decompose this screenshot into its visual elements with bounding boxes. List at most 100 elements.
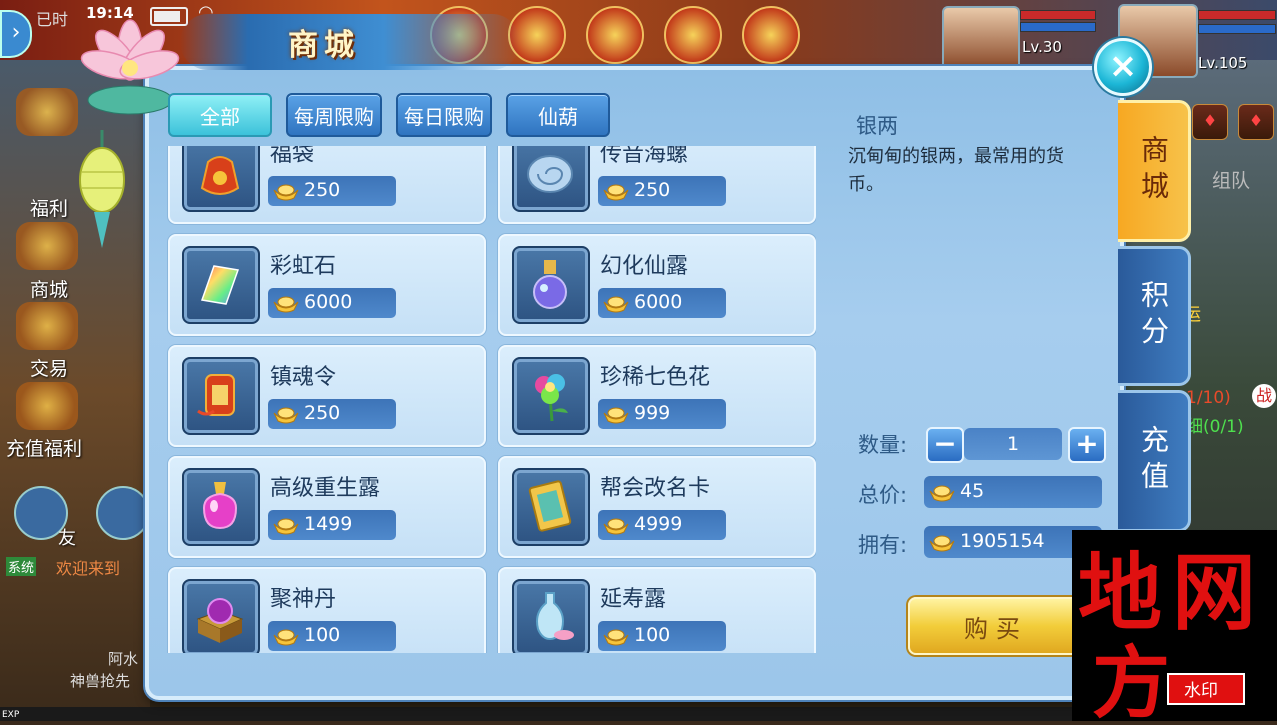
vase-icon [512,579,590,653]
welfare-icon[interactable] [16,88,78,136]
item-card[interactable]: 镇魂令 250 [168,345,486,447]
left-menu-trade[interactable]: 交易 [30,354,68,381]
player-hp-bar [1198,10,1276,20]
item-card[interactable]: 聚神丹 100 [168,567,486,653]
gold-ingot-icon [603,296,629,313]
bottom-scene-text-2: 神兽抢先 [70,672,131,690]
price-value: 250 [304,402,341,424]
activity-icon-3[interactable] [586,6,644,64]
shop-title: 商城 [288,28,360,63]
total-price-label: 总价: [858,483,908,507]
close-icon: × [1108,46,1138,86]
svg-text:网: 网 [1172,543,1256,642]
activity-icon-5[interactable] [742,6,800,64]
rainbow-stone-icon [182,246,260,324]
rebirth-potion-icon [182,468,260,546]
gold-ingot-icon [603,407,629,424]
system-channel-badge: 系统 [6,557,37,576]
close-button[interactable]: × [1094,38,1152,96]
hp-potion-icon[interactable]: ♦ [1192,104,1228,140]
friends-label: 友 [58,528,76,549]
side-tab-mall[interactable]: 商城 [1118,100,1191,242]
gold-ingot-icon [273,518,299,535]
item-grid: 福袋 250 传音海螺 250 彩虹石 6000 幻化仙露 6000 镇魂令 2… [166,146,816,653]
price-value: 6000 [304,291,353,313]
item-card[interactable]: 彩虹石 6000 [168,234,486,336]
mall-icon[interactable] [16,222,78,270]
status-label: 已时 [36,10,69,29]
side-tab-points[interactable]: 积分 [1118,246,1191,386]
tab-xianhu[interactable]: 仙葫 [506,93,610,137]
item-name: 彩虹石 [270,254,337,279]
item-name: 珍稀七色花 [600,365,711,390]
watermark-logo: 地 网 方 水印 [1078,543,1256,725]
watermark: 地 网 方 水印 [1072,530,1277,725]
tab-daily-limit[interactable]: 每日限购 [396,93,492,137]
item-name: 帮会改名卡 [600,476,711,501]
gold-ingot-icon [273,629,299,646]
tab-all[interactable]: 全部 [168,93,272,137]
item-card[interactable]: 珍稀七色花 999 [498,345,816,447]
gold-ingot-icon [929,535,955,552]
player-mp-bar [1198,24,1276,34]
quantity-input[interactable]: 1 [964,428,1062,460]
left-menu-mall[interactable]: 商城 [30,275,68,302]
price-value: 250 [304,179,341,201]
item-name: 福袋 [270,146,315,167]
item-price: 100 [598,621,726,651]
team-label[interactable]: 组队 [1212,166,1250,193]
recharge-welfare-icon[interactable] [16,382,78,430]
total-price-box: 45 [924,476,1102,508]
item-name: 延寿露 [600,587,667,612]
quantity-minus-button[interactable]: − [926,427,964,463]
quantity-plus-button[interactable]: + [1068,427,1106,463]
owned-value: 1905154 [960,530,1045,552]
voice-icon[interactable] [96,486,150,540]
gold-ingot-icon [603,518,629,535]
battle-badge[interactable]: 战 [1252,384,1276,408]
exp-label: EXP [2,710,20,720]
price-value: 1499 [304,513,353,535]
left-menu-recharge-welfare[interactable]: 充值福利 [6,434,82,461]
bottom-scene-text-1: 阿水 [108,650,139,668]
item-card[interactable]: 幻化仙露 6000 [498,234,816,336]
item-card[interactable]: 福袋 250 [168,146,486,224]
conch-icon [512,146,590,212]
soul-token-icon [182,357,260,435]
price-value: 100 [304,624,341,646]
total-price-value: 45 [960,480,985,502]
side-tab-recharge[interactable]: 充值 [1118,390,1191,532]
item-card[interactable]: 传音海螺 250 [498,146,816,224]
item-name: 幻化仙露 [600,254,689,279]
item-price: 6000 [268,288,396,318]
trade-icon[interactable] [16,302,78,350]
price-value: 100 [634,624,671,646]
item-card[interactable]: 高级重生露 1499 [168,456,486,558]
quest-progress: 1/10) [1186,388,1231,408]
left-menu-welfare[interactable]: 福利 [30,194,68,221]
buy-button[interactable]: 购买 [908,597,1084,655]
pet-avatar[interactable] [942,6,1020,70]
pet-mp-bar [1020,22,1096,32]
detail-description: 沉甸甸的银两，最常用的货币。 [848,146,1064,195]
lantern-decoration-icon [79,130,125,248]
gold-ingot-icon [929,485,955,502]
item-name: 高级重生露 [270,476,381,501]
item-card[interactable]: 延寿露 100 [498,567,816,653]
price-value: 250 [634,179,671,201]
item-name: 镇魂令 [270,365,337,390]
item-card[interactable]: 帮会改名卡 4999 [498,456,816,558]
gold-ingot-icon [273,184,299,201]
shop-tabs: 全部 每周限购 每日限购 仙葫 [168,93,610,137]
treasure-box-icon [182,579,260,653]
tab-weekly-limit[interactable]: 每周限购 [286,93,382,137]
pet-level: Lv.30 [1022,38,1062,56]
activity-icon-4[interactable] [664,6,722,64]
detail-item-name: 银两 [856,114,898,138]
system-message: 欢迎来到 [56,559,121,578]
mp-potion-icon[interactable]: ♦ [1238,104,1274,140]
owned-label: 拥有: [858,533,908,557]
item-price: 999 [598,399,726,429]
item-price: 6000 [598,288,726,318]
item-name: 传音海螺 [600,146,689,167]
